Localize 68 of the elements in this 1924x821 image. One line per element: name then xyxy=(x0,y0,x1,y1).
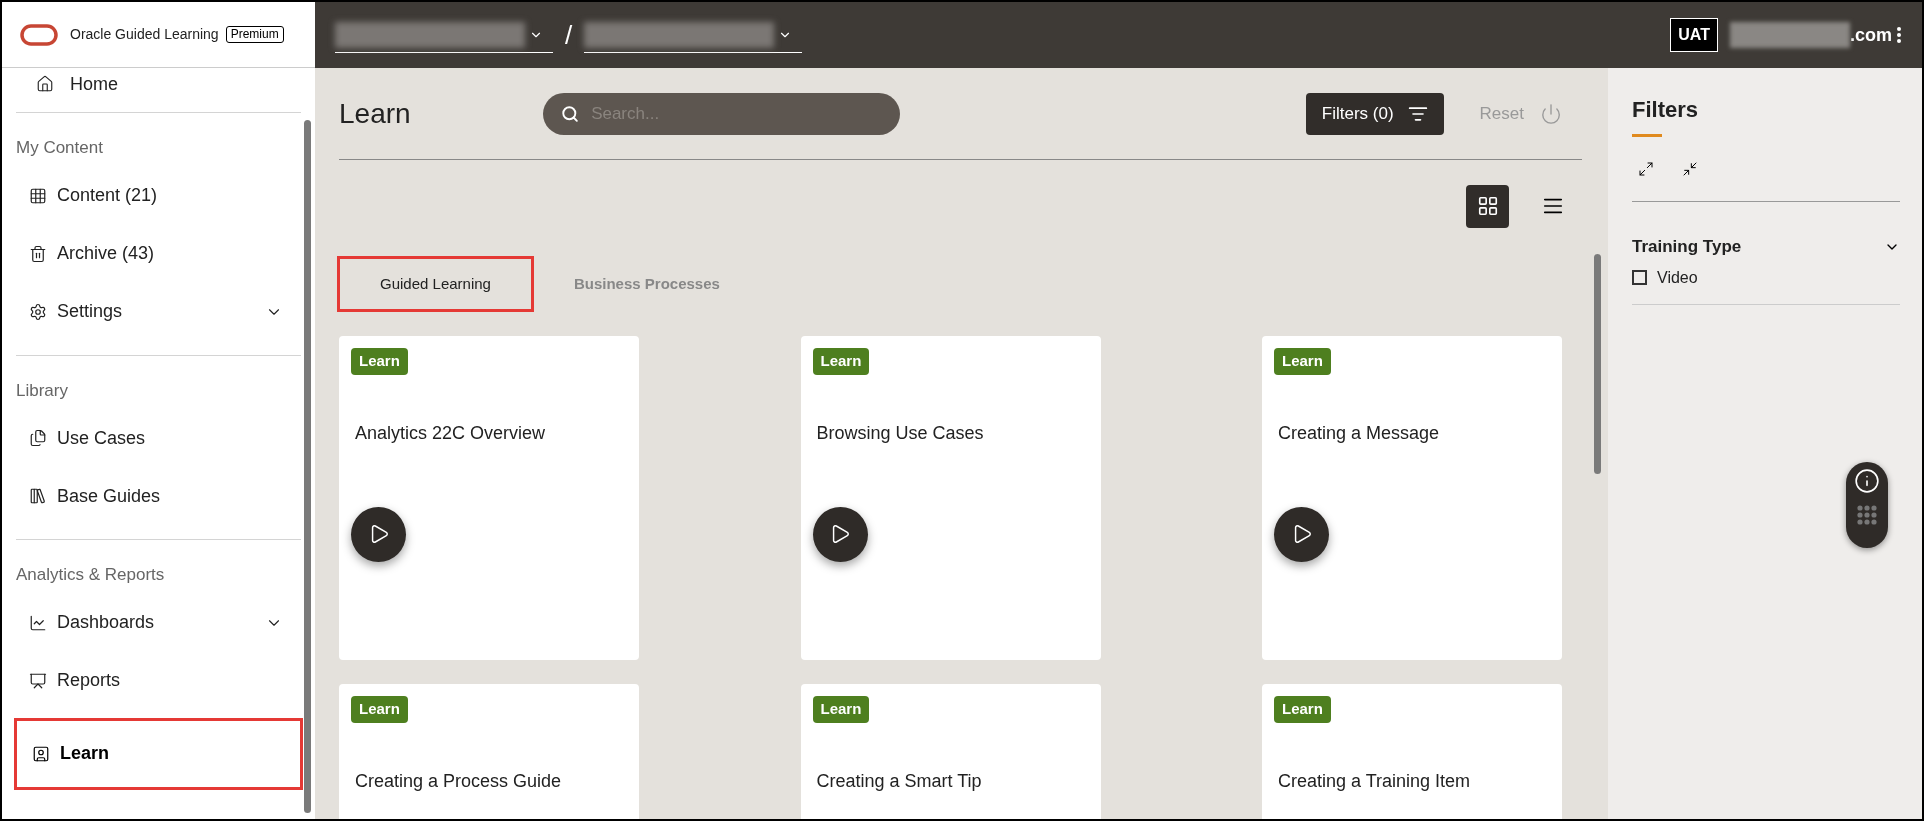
card-title: Creating a Smart Tip xyxy=(815,769,983,793)
play-button[interactable] xyxy=(812,506,868,562)
logo-icon xyxy=(20,23,58,46)
section-heading: Analytics & Reports xyxy=(16,564,166,586)
card-title: Creating a Training Item xyxy=(1277,769,1472,793)
nav-item[interactable]: Archive (43) xyxy=(14,224,303,283)
page-title: Learn xyxy=(339,97,412,131)
home-icon xyxy=(36,75,54,93)
card-title: Creating a Process Guide xyxy=(354,769,563,793)
scrollbar[interactable] xyxy=(304,120,311,813)
edition-label: Premium xyxy=(225,26,284,43)
more-icon[interactable] xyxy=(1896,26,1902,44)
list-icon xyxy=(1407,104,1428,124)
account-domain: .com xyxy=(1850,23,1892,47)
report-icon xyxy=(29,671,47,690)
course-card[interactable]: Learn Analytics 22C Overview xyxy=(339,336,639,660)
collapse-all-icon[interactable] xyxy=(1682,161,1698,177)
chart-icon xyxy=(29,613,47,632)
section-heading: Library xyxy=(16,379,69,402)
app-name: Oracle Guided Learning xyxy=(70,25,219,44)
course-card[interactable]: Learn Creating a Message xyxy=(1262,336,1562,660)
nav-item[interactable]: Use Cases xyxy=(14,409,303,467)
tab[interactable]: Guided Learning xyxy=(337,256,534,312)
nav-item[interactable]: Content (21) xyxy=(14,166,303,225)
dots-grid-icon[interactable] xyxy=(1856,504,1878,526)
course-card[interactable]: Learn Creating a Smart Tip xyxy=(800,684,1101,819)
path-separator: / xyxy=(565,18,573,52)
learn-badge: Learn xyxy=(1274,696,1331,723)
play-button[interactable] xyxy=(1274,506,1329,562)
nav-item[interactable]: Base Guides xyxy=(14,467,303,525)
learn-badge: Learn xyxy=(351,696,408,723)
nav-item[interactable]: Learn xyxy=(14,717,303,790)
course-card[interactable]: Learn Browsing Use Cases xyxy=(800,336,1101,660)
filters-button[interactable]: Filters (0) xyxy=(1305,93,1444,135)
option-label: Video xyxy=(1657,267,1698,288)
grid-icon xyxy=(1476,195,1499,217)
learn-badge: Learn xyxy=(1274,348,1331,375)
card-title: Browsing Use Cases xyxy=(815,421,985,445)
nav-item[interactable]: Settings xyxy=(14,282,303,341)
books-icon xyxy=(29,487,47,505)
grid-icon xyxy=(29,186,47,205)
nav-item[interactable]: Dashboards xyxy=(14,593,303,652)
power-icon xyxy=(1540,103,1562,125)
help-widget[interactable] xyxy=(1846,462,1888,548)
nav-item[interactable]: Reports xyxy=(14,651,303,710)
person-icon xyxy=(32,744,50,763)
filter-group-title: Training Type xyxy=(1632,236,1742,258)
search-icon xyxy=(561,104,580,124)
trash-icon xyxy=(29,244,47,263)
grid-view-button[interactable] xyxy=(1466,184,1509,228)
learn-badge: Learn xyxy=(351,348,408,375)
play-button[interactable] xyxy=(351,506,406,562)
panel-title: Filters xyxy=(1632,96,1699,124)
learn-badge: Learn xyxy=(812,696,870,723)
info-icon[interactable] xyxy=(1854,468,1880,494)
scrollbar[interactable] xyxy=(1594,254,1601,474)
checkbox[interactable] xyxy=(1632,270,1647,285)
environment-badge: UAT xyxy=(1670,18,1718,52)
card-title: Creating a Message xyxy=(1277,421,1441,445)
section-heading: My Content xyxy=(16,137,104,159)
course-card[interactable]: Learn Creating a Process Guide xyxy=(339,684,639,819)
course-card[interactable]: Learn Creating a Training Item xyxy=(1262,684,1562,819)
card-title: Analytics 22C Overview xyxy=(354,421,547,445)
gear-icon xyxy=(29,302,47,321)
expand-all-icon[interactable] xyxy=(1638,161,1654,177)
documents-icon xyxy=(29,429,47,447)
learn-badge: Learn xyxy=(812,348,870,375)
nav-item[interactable]: Home xyxy=(14,68,303,112)
